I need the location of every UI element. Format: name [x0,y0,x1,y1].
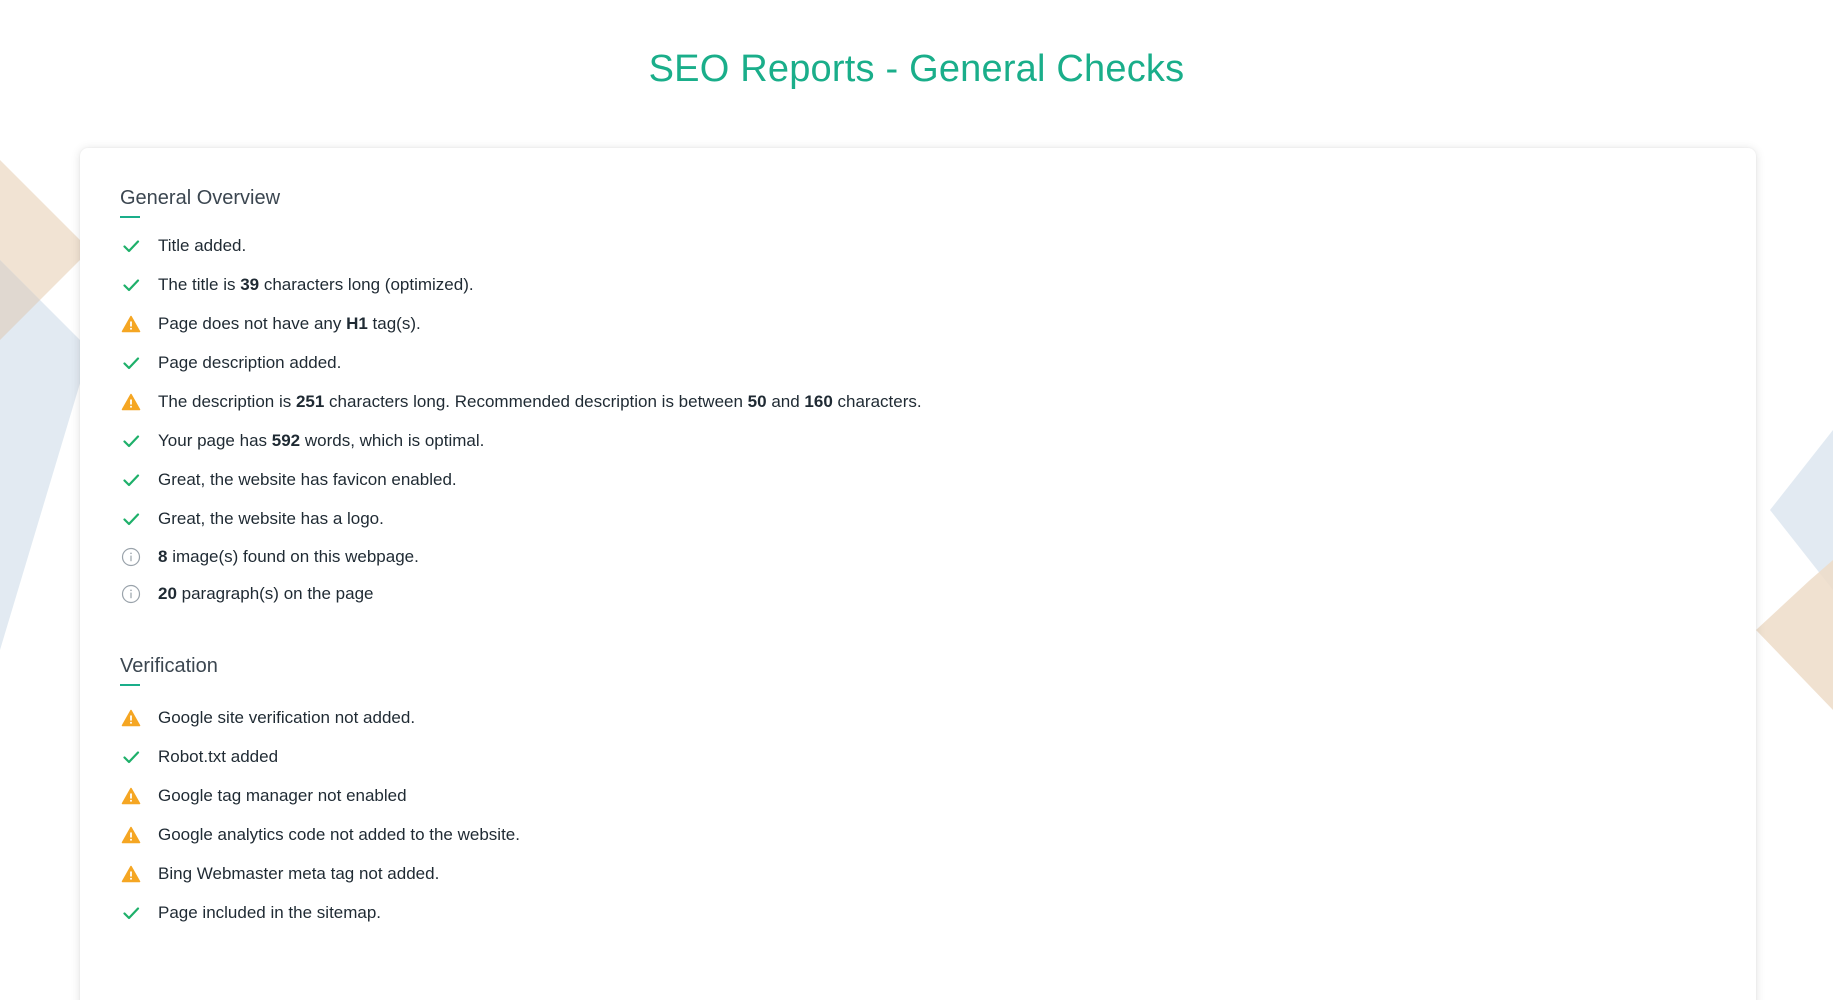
check-message-value: 592 [271,430,301,450]
check-item: The title is 39 characters long (optimiz… [120,265,922,304]
check-icon [120,235,142,257]
warning-icon [120,313,142,335]
check-message: Robot.txt added [158,747,278,767]
check-message-text: tag(s). [367,313,421,333]
check-message: Google analytics code not added to the w… [158,825,520,845]
warning-icon [120,391,142,413]
check-message: Your page has 592 words, which is optima… [158,431,484,451]
check-message-value: 39 [240,274,260,294]
check-message: Page description added. [158,353,341,373]
check-icon [120,902,142,924]
verification-title: Verification [120,652,218,686]
check-icon [120,469,142,491]
check-message-text: characters long (optimized). [259,274,474,294]
check-message: Page does not have any H1 tag(s). [158,314,421,334]
check-message-text: The description is [158,391,296,411]
check-message: 8 image(s) found on this webpage. [158,547,419,567]
check-icon [120,430,142,452]
check-message: Great, the website has a logo. [158,509,384,529]
check-message: The description is 251 characters long. … [158,392,922,412]
page-title: SEO Reports - General Checks [648,48,1185,90]
check-message-text: words, which is optimal. [300,430,485,450]
check-message-text: Great, the website has a logo. [158,508,384,528]
verification-list: Google site verification not added. Robot… [120,698,520,932]
check-message-text: Page included in the sitemap. [158,902,382,922]
check-item: Google analytics code not added to the w… [120,815,520,854]
general-overview-section: General Overview Title added. The title i… [120,184,922,612]
check-item: Page description added. [120,343,922,382]
check-item: Google tag manager not enabled [120,776,520,815]
general-overview-title: General Overview [120,184,280,218]
check-message: Google site verification not added. [158,708,415,728]
check-message-text: and [766,391,805,411]
check-message: Page included in the sitemap. [158,903,381,923]
check-message-text: Google tag manager not enabled [158,785,407,805]
check-message-value: 251 [295,391,325,411]
check-item: Your page has 592 words, which is optima… [120,421,922,460]
check-message-text: Title added. [158,235,247,255]
warning-icon [120,707,142,729]
check-message-value: 50 [747,391,767,411]
report-card: General Overview Title added. The title i… [80,148,1756,1000]
check-message-value: H1 [346,313,368,333]
check-item: 8 image(s) found on this webpage. [120,538,922,575]
warning-icon [120,863,142,885]
check-message: Google tag manager not enabled [158,786,407,806]
warning-icon [120,785,142,807]
check-icon [120,352,142,374]
check-item: Page does not have any H1 tag(s). [120,304,922,343]
check-item: Great, the website has a logo. [120,499,922,538]
check-message-text: Great, the website has favicon enabled. [158,469,457,489]
check-message-text: Page does not have any [158,313,347,333]
check-item: Title added. [120,226,922,265]
check-message-value: 20 [158,583,177,603]
check-item: Page included in the sitemap. [120,893,520,932]
check-message: Great, the website has favicon enabled. [158,470,457,490]
warning-icon [120,824,142,846]
check-message-text: image(s) found on this webpage. [167,546,419,566]
check-message-text: Google analytics code not added to the w… [158,824,520,844]
check-message-text: Bing Webmaster meta tag not added. [158,863,440,883]
check-message: 20 paragraph(s) on the page [158,584,374,604]
check-message: Title added. [158,236,246,256]
check-item: Robot.txt added [120,737,520,776]
check-icon [120,274,142,296]
general-overview-list: Title added. The title is 39 characters l… [120,226,922,612]
check-message-text: characters. [832,391,922,411]
check-item: The description is 251 characters long. … [120,382,922,421]
check-item: Bing Webmaster meta tag not added. [120,854,520,893]
check-message-text: Google site verification not added. [158,707,416,727]
check-message: The title is 39 characters long (optimiz… [158,275,474,295]
info-icon [120,546,142,568]
check-message-text: paragraph(s) on the page [176,583,374,603]
check-item: 20 paragraph(s) on the page [120,575,922,612]
check-item: Google site verification not added. [120,698,520,737]
check-icon [120,508,142,530]
check-message-text: Page description added. [158,352,342,372]
check-message: Bing Webmaster meta tag not added. [158,864,439,884]
check-icon [120,746,142,768]
check-message-text: Your page has [158,430,272,450]
check-message-value: 160 [804,391,833,411]
check-message-text: Robot.txt added [158,746,279,766]
check-message-text: The title is [158,274,241,294]
left-background-decoration [0,160,90,650]
check-item: Great, the website has favicon enabled. [120,460,922,499]
info-icon [120,583,142,605]
check-message-text: characters long. Recommended description… [324,391,748,411]
verification-section: Verification Google site verification no… [120,652,520,932]
